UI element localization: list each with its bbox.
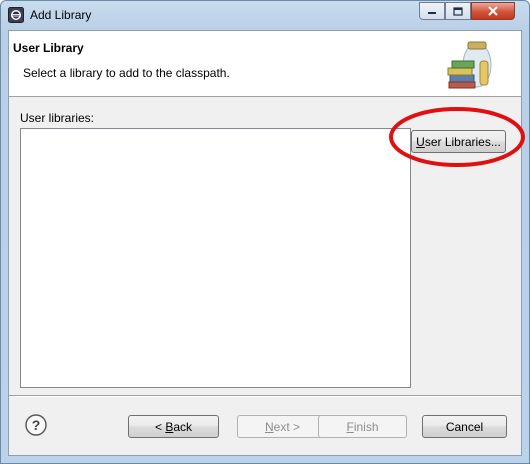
next-button[interactable]: Next > bbox=[237, 415, 328, 438]
maximize-icon bbox=[453, 6, 463, 16]
mnemonic: U bbox=[416, 134, 425, 149]
button-label: < bbox=[154, 419, 166, 434]
button-label: ser Libraries... bbox=[424, 134, 501, 149]
add-library-dialog: Add Library User Library Select a librar… bbox=[0, 0, 530, 464]
maximize-button[interactable] bbox=[445, 2, 471, 20]
minimize-icon bbox=[428, 12, 436, 14]
footer-separator bbox=[9, 395, 521, 397]
page-title: User Library bbox=[13, 41, 84, 55]
user-libraries-list[interactable] bbox=[20, 128, 411, 388]
help-icon[interactable]: ? bbox=[25, 414, 47, 436]
mnemonic: B bbox=[165, 419, 174, 434]
user-libraries-label: User libraries: bbox=[20, 111, 95, 125]
dialog-body: User Library Select a library to add to … bbox=[8, 30, 522, 456]
close-icon bbox=[488, 6, 498, 16]
title-bar: Add Library bbox=[1, 1, 529, 29]
close-button[interactable] bbox=[471, 2, 515, 20]
user-libraries-button[interactable]: User Libraries... bbox=[411, 130, 506, 153]
eclipse-icon bbox=[8, 7, 24, 23]
minimize-button[interactable] bbox=[419, 2, 445, 20]
mnemonic: F bbox=[346, 419, 354, 434]
svg-text:?: ? bbox=[32, 417, 41, 433]
cancel-button[interactable]: Cancel bbox=[422, 415, 507, 438]
wizard-header: User Library Select a library to add to … bbox=[9, 31, 521, 97]
finish-button[interactable]: Finish bbox=[318, 415, 407, 438]
button-label: ack bbox=[173, 419, 193, 434]
library-jar-icon bbox=[447, 41, 492, 89]
button-label: ext > bbox=[273, 419, 301, 434]
back-button[interactable]: < Back bbox=[128, 415, 219, 438]
window-title: Add Library bbox=[30, 8, 92, 22]
mnemonic: N bbox=[264, 419, 274, 434]
page-description: Select a library to add to the classpath… bbox=[23, 66, 230, 80]
button-label: inish bbox=[353, 419, 379, 434]
